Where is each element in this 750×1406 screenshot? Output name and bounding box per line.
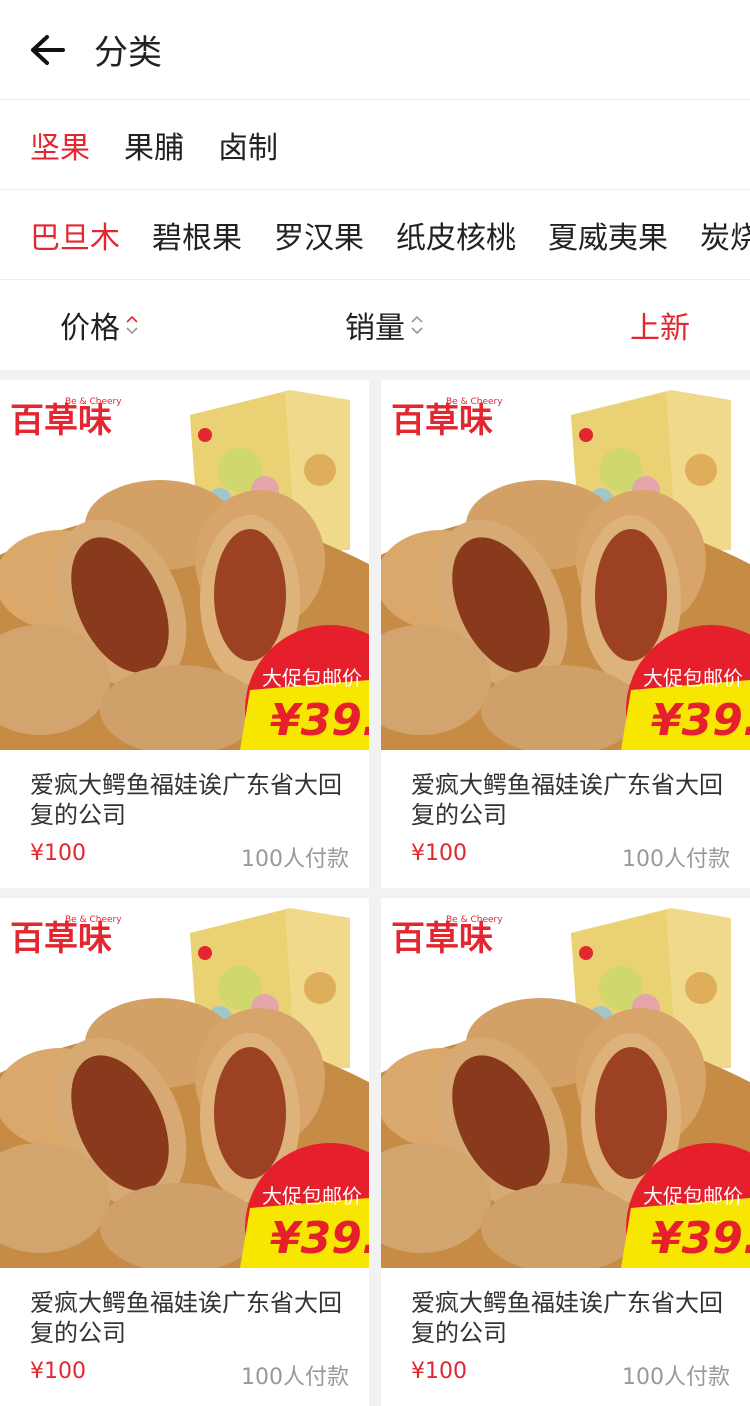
- sort-bar: 价格 销量 上新: [0, 280, 750, 370]
- promo-label: 大促包邮价: [262, 1184, 362, 1208]
- promo-price: ¥39.9: [270, 695, 369, 746]
- back-button[interactable]: [0, 0, 94, 100]
- brand-en-text: Be & Cheery: [65, 397, 122, 407]
- sort-by-price-button[interactable]: 价格: [60, 280, 140, 370]
- product-card[interactable]: 大促包邮价 ¥39.9 百草味 Be & Cheery 爱疯大鳄鱼福娃诶广东省大…: [0, 380, 369, 888]
- product-title: 爱疯大鳄鱼福娃诶广东省大回复的公司: [30, 771, 342, 829]
- tab-category-level2[interactable]: 纸皮核桃: [396, 213, 516, 257]
- product-price: ¥100: [30, 841, 86, 866]
- page-title: 分类: [94, 33, 162, 73]
- brand-en-text: Be & Cheery: [446, 915, 503, 925]
- product-sold-count: 100人付款: [241, 847, 349, 872]
- product-image: 大促包邮价 ¥39.9 百草味 Be & Cheery: [381, 380, 750, 750]
- brand-logo-text: 百草味: [10, 401, 112, 441]
- product-card[interactable]: 大促包邮价 ¥39.9 百草味 Be & Cheery 爱疯大鳄鱼福娃诶广东省大…: [381, 380, 750, 888]
- product-sold-count: 100人付款: [622, 1365, 730, 1390]
- tab-category-level2[interactable]: 罗汉果: [274, 213, 364, 257]
- promo-label: 大促包邮价: [643, 666, 743, 690]
- header-bar: 分类: [0, 0, 750, 100]
- product-sold-count: 100人付款: [622, 847, 730, 872]
- product-image: 大促包邮价 ¥39.9 百草味 Be & Cheery: [0, 380, 369, 750]
- sort-by-sales-button[interactable]: 销量: [345, 280, 425, 370]
- sort-price-label: 价格: [60, 311, 120, 346]
- tab-category-level2[interactable]: 巴旦木: [30, 213, 120, 257]
- product-title: 爱疯大鳄鱼福娃诶广东省大回复的公司: [30, 1289, 342, 1347]
- sort-by-new-button[interactable]: 上新: [630, 280, 690, 370]
- promo-label: 大促包邮价: [262, 666, 362, 690]
- promo-price: ¥39.9: [651, 695, 750, 746]
- promo-price: ¥39.9: [270, 1213, 369, 1264]
- sort-new-label: 上新: [630, 311, 690, 346]
- product-title: 爱疯大鳄鱼福娃诶广东省大回复的公司: [411, 1289, 723, 1347]
- brand-logo-text: 百草味: [391, 401, 493, 441]
- category-level2-tabs: 巴旦木 碧根果 罗汉果 纸皮核桃 夏威夷果 炭烧: [0, 190, 750, 280]
- brand-en-text: Be & Cheery: [65, 915, 122, 925]
- promo-price: ¥39.9: [651, 1213, 750, 1264]
- sort-arrows-icon: [411, 315, 423, 335]
- tab-category-level1[interactable]: 果脯: [124, 123, 184, 167]
- tab-category-level2[interactable]: 炭烧: [700, 213, 750, 257]
- tab-category-level1[interactable]: 卤制: [218, 123, 278, 167]
- product-price: ¥100: [411, 841, 467, 866]
- promo-label: 大促包邮价: [643, 1184, 743, 1208]
- brand-en-text: Be & Cheery: [446, 397, 503, 407]
- tab-category-level2[interactable]: 夏威夷果: [548, 213, 668, 257]
- tab-category-level1[interactable]: 坚果: [30, 123, 90, 167]
- product-title: 爱疯大鳄鱼福娃诶广东省大回复的公司: [411, 771, 723, 829]
- product-price: ¥100: [30, 1359, 86, 1384]
- sort-sales-label: 销量: [345, 311, 405, 346]
- tab-category-level2[interactable]: 碧根果: [152, 213, 242, 257]
- brand-logo-text: 百草味: [10, 919, 112, 959]
- category-level1-tabs: 坚果 果脯 卤制: [0, 100, 750, 190]
- arrow-left-icon: [31, 34, 65, 65]
- product-price: ¥100: [411, 1359, 467, 1384]
- product-card[interactable]: 大促包邮价 ¥39.9 百草味 Be & Cheery 爱疯大鳄鱼福娃诶广东省大…: [0, 898, 369, 1406]
- sort-arrows-icon: [126, 315, 138, 335]
- brand-logo-text: 百草味: [391, 919, 493, 959]
- product-card[interactable]: 大促包邮价 ¥39.9 百草味 Be & Cheery 爱疯大鳄鱼福娃诶广东省大…: [381, 898, 750, 1406]
- product-sold-count: 100人付款: [241, 1365, 349, 1390]
- product-image: 大促包邮价 ¥39.9 百草味 Be & Cheery: [0, 898, 369, 1268]
- product-image: 大促包邮价 ¥39.9 百草味 Be & Cheery: [381, 898, 750, 1268]
